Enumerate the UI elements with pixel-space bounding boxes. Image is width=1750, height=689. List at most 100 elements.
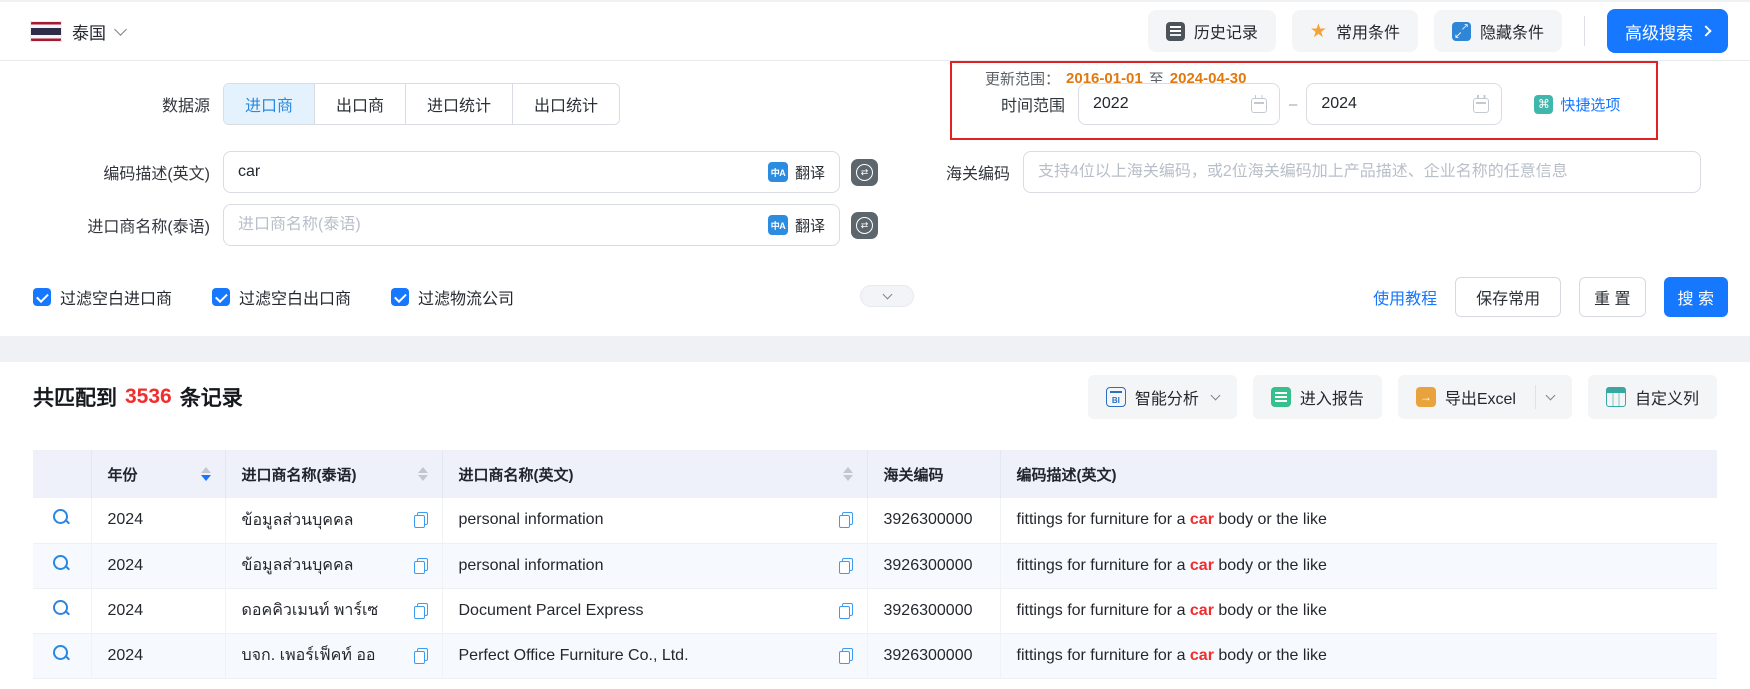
cell-year: 2024 (91, 588, 225, 633)
importer-name-field[interactable] (238, 216, 768, 234)
tab-export-stats[interactable]: 出口统计 (512, 84, 619, 124)
tab-importer[interactable]: 进口商 (224, 84, 314, 124)
tutorial-link[interactable]: 使用教程 (1373, 285, 1437, 309)
code-desc-field[interactable] (238, 163, 768, 181)
smart-analysis-label: 智能分析 (1135, 385, 1199, 409)
sort-control[interactable] (418, 467, 428, 482)
cell-importer-thai: บจก. เพอร์เฟ็คท์ ออ (225, 633, 442, 678)
hs-code-input[interactable] (1023, 151, 1701, 193)
keyword-highlight: car (1190, 511, 1214, 528)
advanced-search-label: 高级搜索 (1625, 19, 1693, 44)
filter-logistics-checkbox[interactable]: 过滤物流公司 (391, 285, 514, 309)
header-code-desc: 编码描述(英文) (1000, 450, 1717, 498)
history-button[interactable]: 历史记录 (1148, 10, 1276, 52)
form-actions: 使用教程 保存常用 重 置 搜 索 (1373, 277, 1728, 317)
columns-icon (1606, 387, 1626, 407)
row-search-icon[interactable] (52, 599, 71, 618)
tab-exporter[interactable]: 出口商 (314, 84, 405, 124)
importer-name-label: 进口商名称(泰语) (0, 213, 210, 237)
header-importer-en[interactable]: 进口商名称(英文) (442, 450, 867, 498)
filter-blank-importer-checkbox[interactable]: 过滤空白进口商 (33, 285, 172, 309)
importer-name-row: 进口商名称(泰语) 中A 翻译 ⇄ (0, 204, 878, 246)
chevron-down-icon (1210, 390, 1220, 400)
hide-conditions-label: 隐藏条件 (1480, 19, 1544, 43)
cell-hs-code: 3926300000 (867, 633, 1000, 678)
copy-icon[interactable] (414, 558, 428, 574)
importer-name-input[interactable]: 中A 翻译 (223, 204, 840, 246)
header-importer-thai[interactable]: 进口商名称(泰语) (225, 450, 442, 498)
results-toolbar: BI 智能分析 进入报告 → 导出Excel 自定义列 (1088, 375, 1717, 419)
calendar-icon[interactable] (1473, 98, 1489, 113)
country-selector[interactable]: 泰国 (30, 19, 125, 44)
copy-icon[interactable] (839, 558, 853, 574)
copy-icon[interactable] (839, 603, 853, 619)
smart-analysis-button[interactable]: BI 智能分析 (1088, 375, 1237, 419)
command-icon: ⌘ (1534, 95, 1553, 114)
copy-icon[interactable] (839, 648, 853, 664)
save-favorite-button[interactable]: 保存常用 (1455, 277, 1561, 317)
end-year-input[interactable] (1306, 83, 1502, 125)
reset-button[interactable]: 重 置 (1579, 277, 1645, 317)
code-desc-label: 编码描述(英文) (0, 160, 210, 184)
start-year-field[interactable] (1093, 95, 1251, 113)
copy-icon[interactable] (414, 512, 428, 528)
summary-prefix: 共匹配到 (33, 382, 117, 412)
custom-columns-label: 自定义列 (1635, 385, 1699, 409)
results-table: 年份 进口商名称(泰语) 进口商名称(英文) 海关编码 (33, 450, 1717, 679)
custom-columns-button[interactable]: 自定义列 (1588, 375, 1717, 419)
checkbox-checked-icon (33, 288, 51, 306)
search-button[interactable]: 搜 索 (1664, 277, 1728, 317)
chevron-down-icon[interactable] (1546, 390, 1556, 400)
header-search-col (33, 450, 91, 498)
topbar: 泰国 历史记录 ★ 常用条件 隐藏条件 高级搜索 (0, 2, 1750, 61)
code-desc-input[interactable]: 中A 翻译 (223, 151, 840, 193)
sort-control[interactable] (201, 467, 211, 482)
translate-button[interactable]: 中A 翻译 (768, 215, 825, 236)
copy-icon[interactable] (414, 603, 428, 619)
start-year-input[interactable] (1078, 83, 1280, 125)
checkbox-checked-icon (391, 288, 409, 306)
enter-report-button[interactable]: 进入报告 (1253, 375, 1382, 419)
copy-icon[interactable] (839, 512, 853, 528)
row-search-icon[interactable] (52, 554, 71, 573)
hide-conditions-button[interactable]: 隐藏条件 (1434, 10, 1562, 52)
exact-match-toggle[interactable]: ⇄ (851, 212, 878, 239)
advanced-search-button[interactable]: 高级搜索 (1607, 9, 1728, 53)
header-importer-en-label: 进口商名称(英文) (459, 464, 574, 485)
sort-control[interactable] (843, 467, 853, 482)
cell-year: 2024 (91, 498, 225, 543)
results-count: 3536 (125, 385, 172, 409)
copy-icon[interactable] (414, 648, 428, 664)
cell-year: 2024 (91, 633, 225, 678)
header-hs-code: 海关编码 (867, 450, 1000, 498)
cell-code-desc: fittings for furniture for a car body or… (1000, 543, 1717, 588)
end-year-field[interactable] (1321, 95, 1473, 113)
quick-options-button[interactable]: ⌘ 快捷选项 (1534, 94, 1620, 115)
favorites-button[interactable]: ★ 常用条件 (1292, 10, 1418, 52)
summary-suffix: 条记录 (180, 382, 243, 412)
hs-code-label: 海关编码 (880, 160, 1010, 184)
tab-import-stats[interactable]: 进口统计 (405, 84, 512, 124)
search-panel: 数据源 进口商 出口商 进口统计 出口统计 更新范围： 2016-01-01 至… (0, 61, 1750, 336)
table-row: 2024 ดอคคิวเมนท์ พาร์เซ Document Parcel … (33, 588, 1717, 633)
filter-blank-exporter-checkbox[interactable]: 过滤空白出口商 (212, 285, 351, 309)
export-excel-button[interactable]: → 导出Excel (1398, 375, 1572, 419)
exchange-icon: ⇄ (856, 217, 873, 234)
chevron-right-icon (1700, 25, 1711, 36)
keyword-highlight: car (1190, 557, 1214, 574)
translate-icon: 中A (768, 215, 788, 235)
translate-label: 翻译 (795, 162, 825, 183)
cell-importer-en: Document Parcel Express (442, 588, 867, 633)
translate-button[interactable]: 中A 翻译 (768, 162, 825, 183)
filters-row: 过滤空白进口商 过滤空白出口商 过滤物流公司 (33, 285, 514, 309)
table-row: 2024 บจก. เพอร์เฟ็คท์ ออ Perfect Office … (33, 633, 1717, 678)
header-year[interactable]: 年份 (91, 450, 225, 498)
cell-hs-code: 3926300000 (867, 498, 1000, 543)
row-search-icon[interactable] (52, 508, 71, 527)
checkbox-checked-icon (212, 288, 230, 306)
hs-code-field[interactable] (1038, 163, 1686, 181)
row-search-icon[interactable] (52, 644, 71, 663)
calendar-icon[interactable] (1251, 98, 1267, 113)
expand-more-button[interactable] (860, 285, 914, 307)
exact-match-toggle[interactable]: ⇄ (851, 159, 878, 186)
